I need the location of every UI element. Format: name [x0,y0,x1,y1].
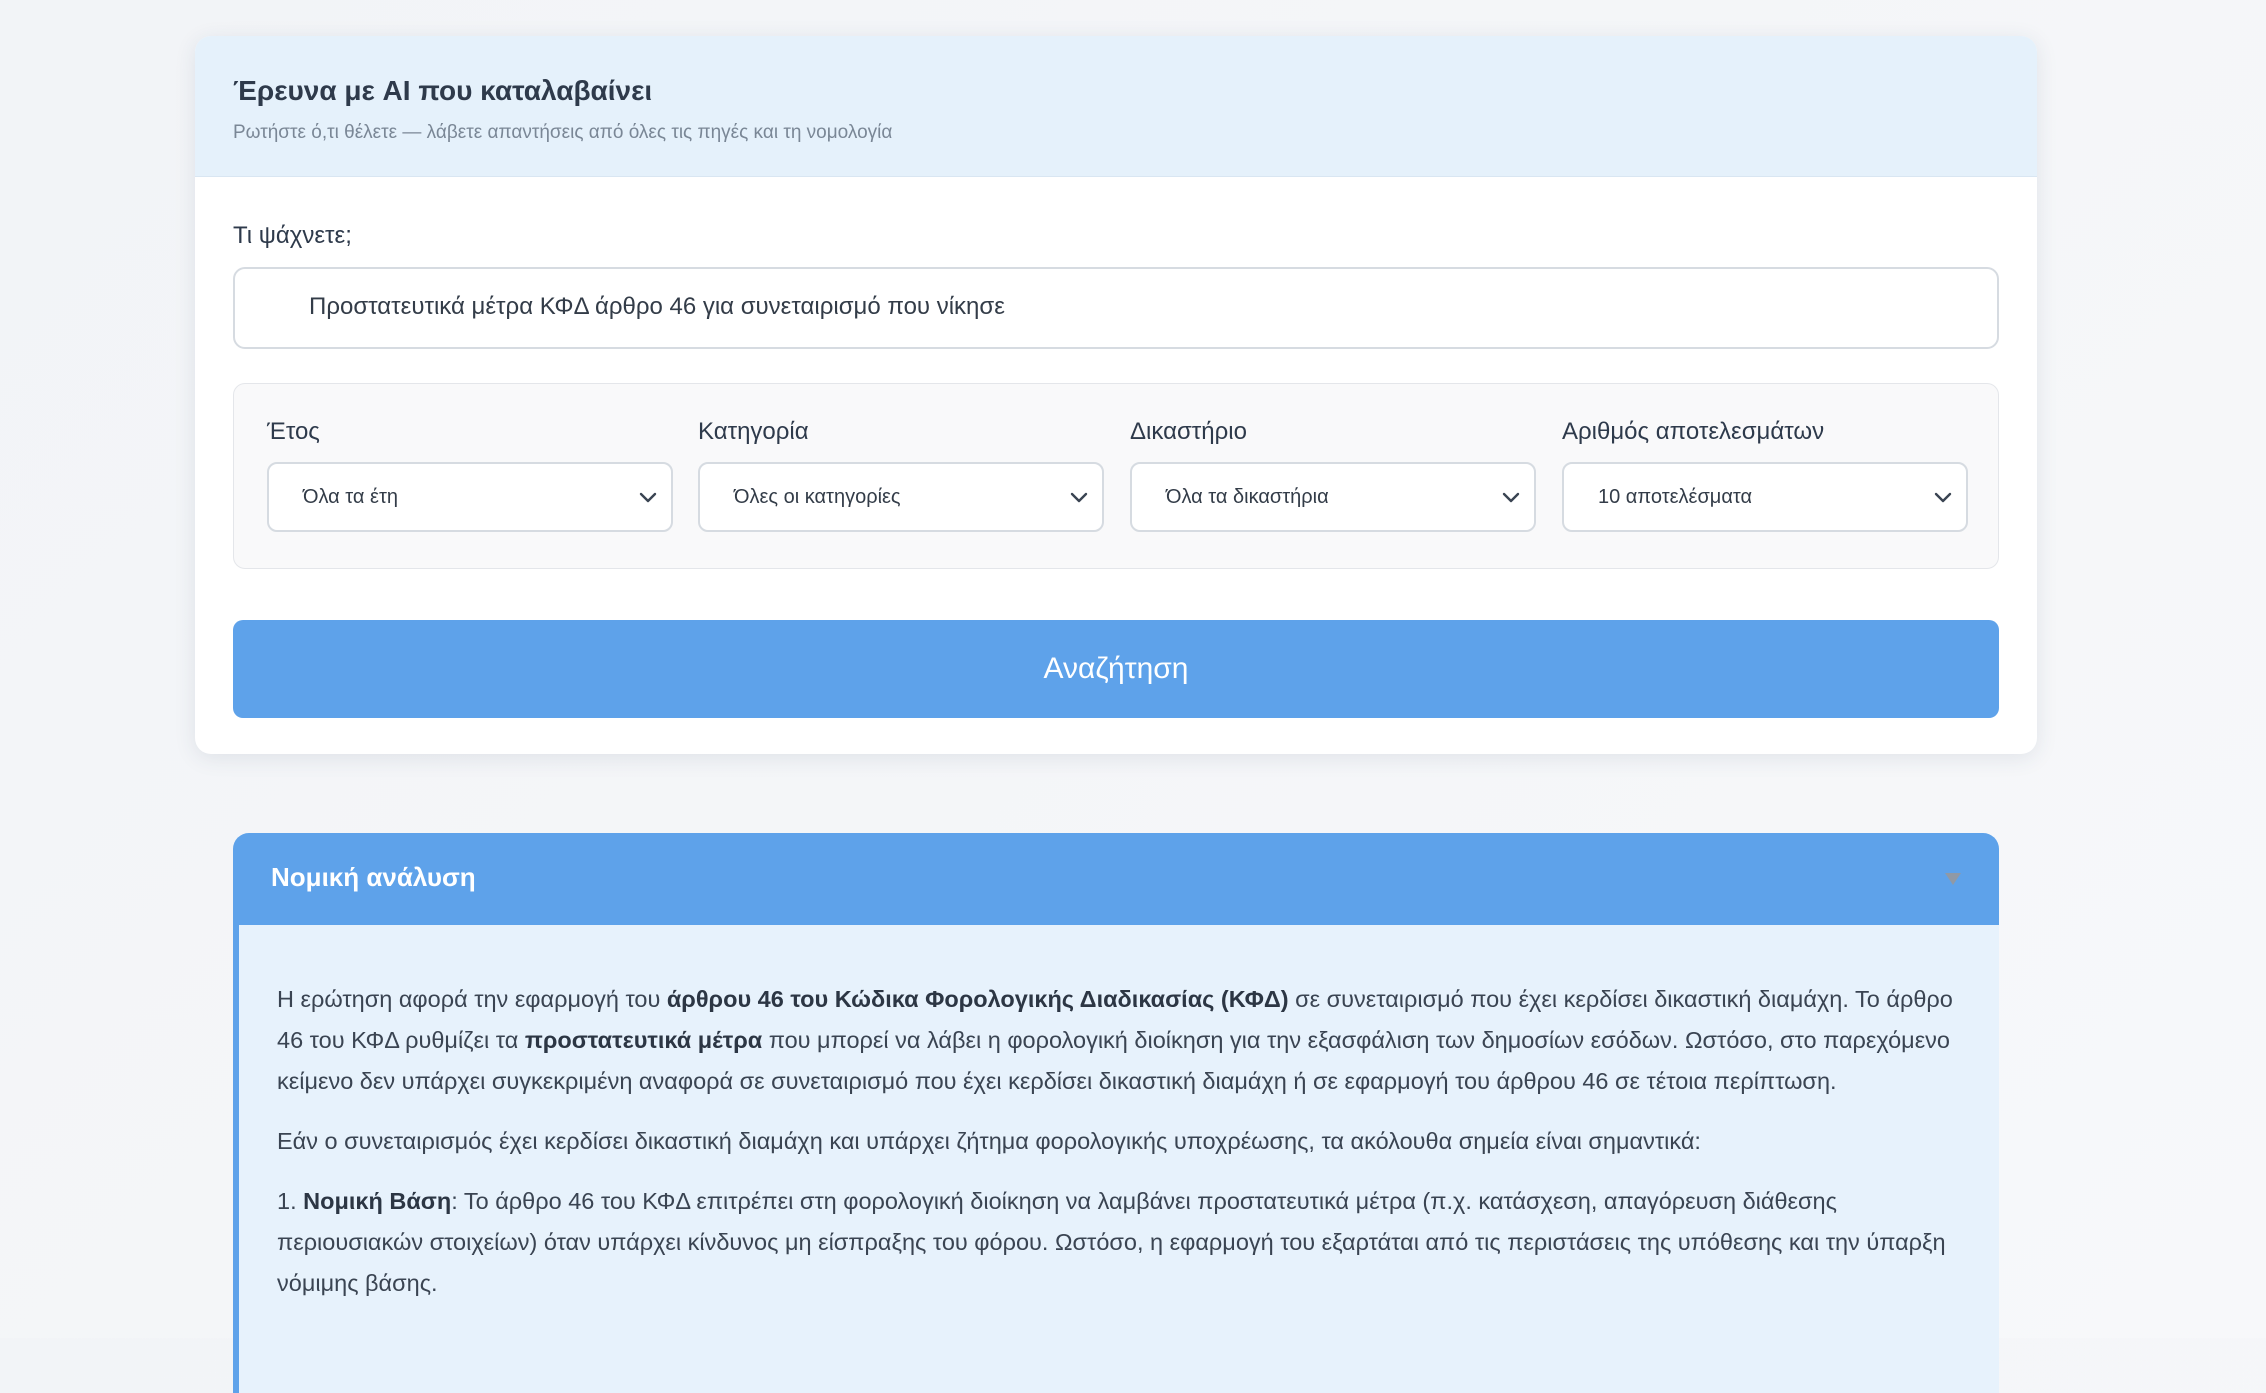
filter-court-label: Δικαστήριο [1130,418,1247,445]
results-count-select-value: 10 αποτελέσματα [1598,486,1753,508]
legal-analysis-panel: Νομική ανάλυση Η ερώτηση αφορά την εφαρμ… [233,833,1999,1393]
analysis-bold-text: άρθρου 46 του Κώδικα Φορολογικής Διαδικα… [666,986,1289,1012]
chevron-down-icon [1934,492,1952,503]
analysis-bold-text: Νομική Βάση [303,1188,452,1214]
page-title: Έρευνα με AI που καταλαβαίνει [233,75,653,106]
analysis-text: Η ερώτηση αφορά την εφαρμογή του [277,986,667,1012]
search-input-value: Προστατευτικά μέτρα ΚΦΔ άρθρο 46 για συν… [309,293,1005,320]
search-button[interactable]: Αναζήτηση [233,620,1999,718]
year-select-value: Όλα τα έτη [303,486,398,508]
chevron-down-icon [1070,492,1088,503]
query-label: Τι ψάχνετε; [233,222,352,249]
analysis-text: : Το άρθρο 46 του ΚΦΔ επιτρέπει στη φορο… [277,1188,1946,1296]
analysis-bold-text: προστατευτικά μέτρα [524,1027,763,1053]
court-select[interactable]: Όλα τα δικαστήρια [1130,462,1536,532]
search-card-header: Έρευνα με AI που καταλαβαίνει Ρωτήστε ό,… [195,36,2037,177]
chevron-down-icon [639,492,657,503]
category-select[interactable]: Όλες οι κατηγορίες [698,462,1104,532]
filters-panel: Έτος Όλα τα έτη Κατηγορία Όλες οι κατηγο… [233,383,1999,569]
page-subtitle: Ρωτήστε ό,τι θέλετε — λάβετε απαντήσεις … [233,121,893,143]
legal-analysis-content: Η ερώτηση αφορά την εφαρμογή του άρθρου … [233,925,1999,1393]
analysis-paragraph-1: Η ερώτηση αφορά την εφαρμογή του άρθρου … [277,979,1959,1102]
legal-analysis-header[interactable]: Νομική ανάλυση [233,833,1999,925]
filter-category-label: Κατηγορία [698,418,809,445]
legal-analysis-title: Νομική ανάλυση [271,862,476,892]
filter-year-label: Έτος [267,418,320,445]
caret-down-icon[interactable] [1943,869,1963,889]
court-select-value: Όλα τα δικαστήρια [1166,486,1329,508]
analysis-paragraph-2: Εάν ο συνεταιρισμός έχει κερδίσει δικαστ… [277,1128,1701,1154]
results-count-select[interactable]: 10 αποτελέσματα [1562,462,1968,532]
list-number: 1. [277,1188,304,1214]
search-card: Έρευνα με AI που καταλαβαίνει Ρωτήστε ό,… [195,36,2037,754]
chevron-down-icon [1502,492,1520,503]
search-input[interactable]: Προστατευτικά μέτρα ΚΦΔ άρθρο 46 για συν… [233,267,1999,349]
category-select-value: Όλες οι κατηγορίες [734,486,901,508]
filter-results-count-label: Αριθμός αποτελεσμάτων [1562,418,1825,445]
analysis-list-item-1: 1. Νομική Βάση: Το άρθρο 46 του ΚΦΔ επιτ… [277,1181,1959,1304]
year-select[interactable]: Όλα τα έτη [267,462,673,532]
